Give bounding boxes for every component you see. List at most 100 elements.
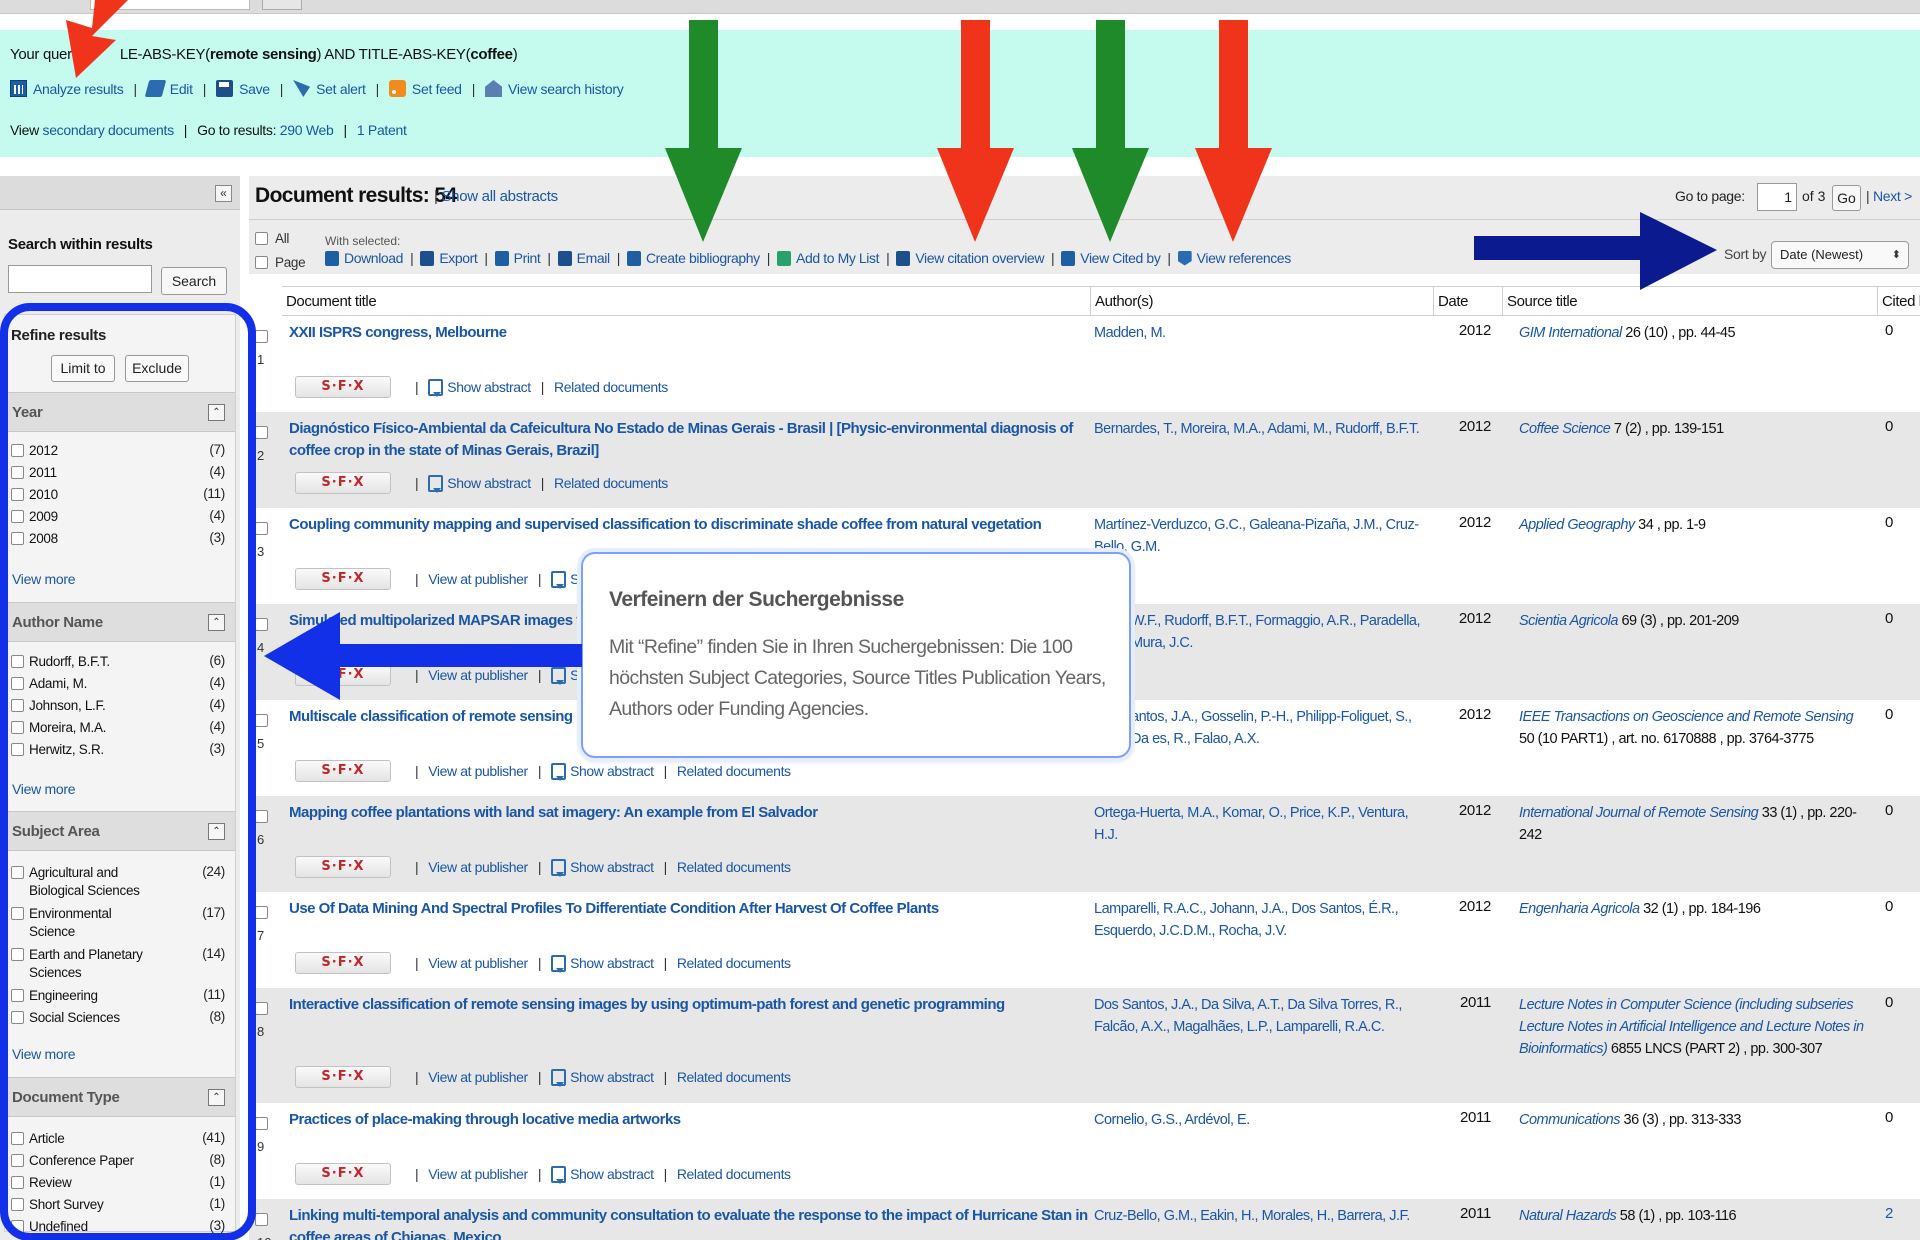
source-title[interactable]: Scientia Agricola 69 (3) , pp. 201-209 xyxy=(1519,610,1869,632)
show-all-abstracts-link[interactable]: | Show all abstracts xyxy=(434,188,558,205)
page-number-input[interactable]: 1 xyxy=(1757,183,1797,211)
view-at-publisher-link[interactable]: View at publisher xyxy=(428,1166,528,1182)
row-checkbox[interactable] xyxy=(255,1117,268,1130)
search-within-button[interactable]: Search xyxy=(161,267,227,295)
create-bibliography-link[interactable]: Create bibliography xyxy=(626,250,760,266)
top-search-input[interactable] xyxy=(90,0,250,10)
authors-link[interactable]: Lamparelli, R.A.C., Johann, J.A., Dos Sa… xyxy=(1094,898,1434,942)
related-documents-link[interactable]: Related documents xyxy=(554,475,668,491)
view-at-publisher-link[interactable]: View at publisher xyxy=(428,955,528,971)
document-title-link[interactable]: Use Of Data Mining And Spectral Profiles… xyxy=(289,898,1089,920)
cited-by-count[interactable]: 2 xyxy=(1885,1205,1893,1222)
download-link[interactable]: Download xyxy=(325,250,403,266)
row-checkbox[interactable] xyxy=(255,1213,268,1226)
web-link[interactable]: Web xyxy=(306,122,334,138)
authors-link[interactable]: Dos Santos, J.A., Da Silva, A.T., Da Sil… xyxy=(1094,994,1434,1038)
related-documents-link[interactable]: Related documents xyxy=(677,1166,791,1182)
show-abstract-link[interactable]: Show abstract xyxy=(428,378,531,397)
collapse-sidebar-button[interactable]: « xyxy=(215,185,232,202)
authors-link[interactable]: Martínez-Verduzco, G.C., Galeana-Pizaña,… xyxy=(1094,514,1434,558)
document-title-link[interactable]: Interactive classification of remote sen… xyxy=(289,994,1089,1016)
col-cited-by[interactable]: Cited by xyxy=(1878,286,1920,316)
edit-link[interactable]: Edit xyxy=(144,80,193,97)
sfx-button[interactable]: S·F·X xyxy=(295,1066,391,1088)
show-abstract-link[interactable]: Show abstract xyxy=(551,954,654,973)
view-at-publisher-link[interactable]: View at publisher xyxy=(428,571,528,587)
secondary-documents-link[interactable]: secondary documents xyxy=(43,122,175,138)
sfx-button[interactable]: S·F·X xyxy=(295,952,391,974)
authors-link[interactable]: Bernardes, T., Moreira, M.A., Adami, M.,… xyxy=(1094,418,1434,440)
save-link[interactable]: Save xyxy=(216,80,270,97)
sfx-button[interactable]: S·F·X xyxy=(295,376,391,398)
web-count-link[interactable]: 290 xyxy=(280,122,303,138)
sfx-button[interactable]: S·F·X xyxy=(295,1163,391,1185)
source-title[interactable]: Communications 36 (3) , pp. 313-333 xyxy=(1519,1109,1869,1131)
view-at-publisher-link[interactable]: View at publisher xyxy=(428,859,528,875)
col-authors[interactable]: Author(s) xyxy=(1091,286,1434,316)
sfx-button[interactable]: S·F·X xyxy=(295,760,391,782)
document-title-link[interactable]: XXII ISPRS congress, Melbourne xyxy=(289,322,1089,344)
document-title-link[interactable]: Practices of place-making through locati… xyxy=(289,1109,1089,1131)
show-abstract-link[interactable]: Show abstract xyxy=(551,1165,654,1184)
print-link[interactable]: Print xyxy=(494,250,541,266)
row-checkbox[interactable] xyxy=(255,426,268,439)
view-at-publisher-link[interactable]: View at publisher xyxy=(428,667,528,683)
authors-link[interactable]: Ortega-Huerta, M.A., Komar, O., Price, K… xyxy=(1094,802,1434,846)
document-title-link[interactable]: Diagnóstico Físico-Ambiental da Cafeicul… xyxy=(289,418,1089,462)
go-button[interactable]: Go xyxy=(1832,185,1861,211)
patent-link[interactable]: Patent xyxy=(368,122,407,138)
set-alert-link[interactable]: Set alert xyxy=(293,80,366,97)
view-at-publisher-link[interactable]: View at publisher xyxy=(428,763,528,779)
show-abstract-link[interactable]: Show abstract xyxy=(428,474,531,493)
related-documents-link[interactable]: Related documents xyxy=(677,859,791,875)
show-abstract-link[interactable]: Show abstract xyxy=(551,762,654,781)
source-title[interactable]: GIM International 26 (10) , pp. 44-45 xyxy=(1519,322,1869,344)
row-checkbox[interactable] xyxy=(255,618,268,631)
row-checkbox[interactable] xyxy=(255,1002,268,1015)
authors-link[interactable]: antos, J.A., Gosselin, P.-H., Philipp-Fo… xyxy=(1131,706,1431,750)
col-document-title[interactable]: Document title xyxy=(282,286,1091,316)
col-date[interactable]: Date xyxy=(1434,286,1503,316)
show-abstract-link[interactable]: Show abstract xyxy=(551,1068,654,1087)
sfx-button[interactable]: S·F·X xyxy=(295,664,391,686)
row-checkbox[interactable] xyxy=(255,810,268,823)
source-title[interactable]: International Journal of Remote Sensing … xyxy=(1519,802,1869,846)
sort-select[interactable]: Date (Newest) xyxy=(1771,241,1909,269)
view-cited-by-link[interactable]: View Cited by xyxy=(1061,250,1161,266)
patent-count-link[interactable]: 1 xyxy=(357,122,365,138)
authors-link[interactable]: Madden, M. xyxy=(1094,322,1434,344)
source-title[interactable]: Natural Hazards 58 (1) , pp. 103-116 xyxy=(1519,1205,1869,1227)
view-history-link[interactable]: View search history xyxy=(485,80,624,97)
source-title[interactable]: Applied Geography 34 , pp. 1-9 xyxy=(1519,514,1869,536)
select-page-checkbox[interactable] xyxy=(255,256,268,269)
citation-overview-link[interactable]: View citation overview xyxy=(896,250,1044,266)
view-at-publisher-link[interactable]: View at publisher xyxy=(428,1069,528,1085)
related-documents-link[interactable]: Related documents xyxy=(677,955,791,971)
top-search-button[interactable] xyxy=(262,0,302,10)
email-link[interactable]: Email xyxy=(557,250,610,266)
next-page-link[interactable]: | Next > xyxy=(1866,188,1912,204)
source-title[interactable]: Engenharia Agricola 32 (1) , pp. 184-196 xyxy=(1519,898,1869,920)
document-title-link[interactable]: Mapping coffee plantations with land sat… xyxy=(289,802,1089,824)
show-abstract-link[interactable]: Show abstract xyxy=(551,858,654,877)
source-title[interactable]: Coffee Science 7 (2) , pp. 139-151 xyxy=(1519,418,1869,440)
related-documents-link[interactable]: Related documents xyxy=(677,763,791,779)
row-checkbox[interactable] xyxy=(255,714,268,727)
related-documents-link[interactable]: Related documents xyxy=(554,379,668,395)
document-title-link[interactable]: Linking multi-temporal analysis and comm… xyxy=(289,1205,1089,1240)
related-documents-link[interactable]: Related documents xyxy=(677,1069,791,1085)
document-title-link[interactable]: Coupling community mapping and supervise… xyxy=(289,514,1089,536)
view-references-link[interactable]: View references xyxy=(1177,250,1291,266)
authors-link[interactable]: Cornelio, G.S., Ardévol, E. xyxy=(1094,1109,1434,1131)
sfx-button[interactable]: S·F·X xyxy=(295,568,391,590)
analyze-results-link[interactable]: Analyze results xyxy=(10,80,124,97)
select-all-checkbox[interactable] xyxy=(255,232,268,245)
row-checkbox[interactable] xyxy=(255,906,268,919)
set-feed-link[interactable]: Set feed xyxy=(388,80,462,97)
row-checkbox[interactable] xyxy=(255,522,268,535)
sfx-button[interactable]: S·F·X xyxy=(295,472,391,494)
source-title[interactable]: IEEE Transactions on Geoscience and Remo… xyxy=(1519,706,1869,750)
row-checkbox[interactable] xyxy=(255,330,268,343)
authors-link[interactable]: W.F., Rudorff, B.F.T., Formaggio, A.R., … xyxy=(1131,610,1431,654)
search-within-input[interactable] xyxy=(8,265,152,293)
